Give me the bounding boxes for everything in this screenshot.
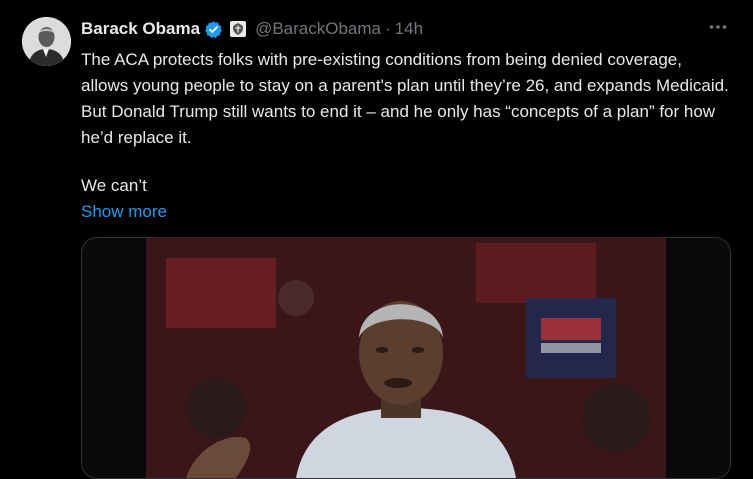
author-avatar[interactable] [22,17,71,66]
author-handle[interactable]: @BarackObama [255,19,381,39]
author-name[interactable]: Barack Obama [81,19,200,39]
tweet-header: Barack Obama @BarackObama · 14h [81,17,737,41]
tweet-text-paragraph-2: We can’t [81,176,147,195]
us-government-seal-icon[interactable] [229,20,247,38]
header-separator: · [385,19,391,38]
show-more-link[interactable]: Show more [81,199,731,225]
verified-badge-icon[interactable] [204,20,223,39]
tweet-timestamp[interactable]: 14h [395,19,423,39]
tweet-media[interactable] [81,237,731,479]
more-horizontal-icon[interactable] [707,16,729,38]
tweet-text-paragraph-1: The ACA protects folks with pre-existing… [81,50,729,147]
photo-illustration [146,238,666,478]
tweet-text: The ACA protects folks with pre-existing… [81,47,731,225]
tweet-photo[interactable] [146,238,666,478]
